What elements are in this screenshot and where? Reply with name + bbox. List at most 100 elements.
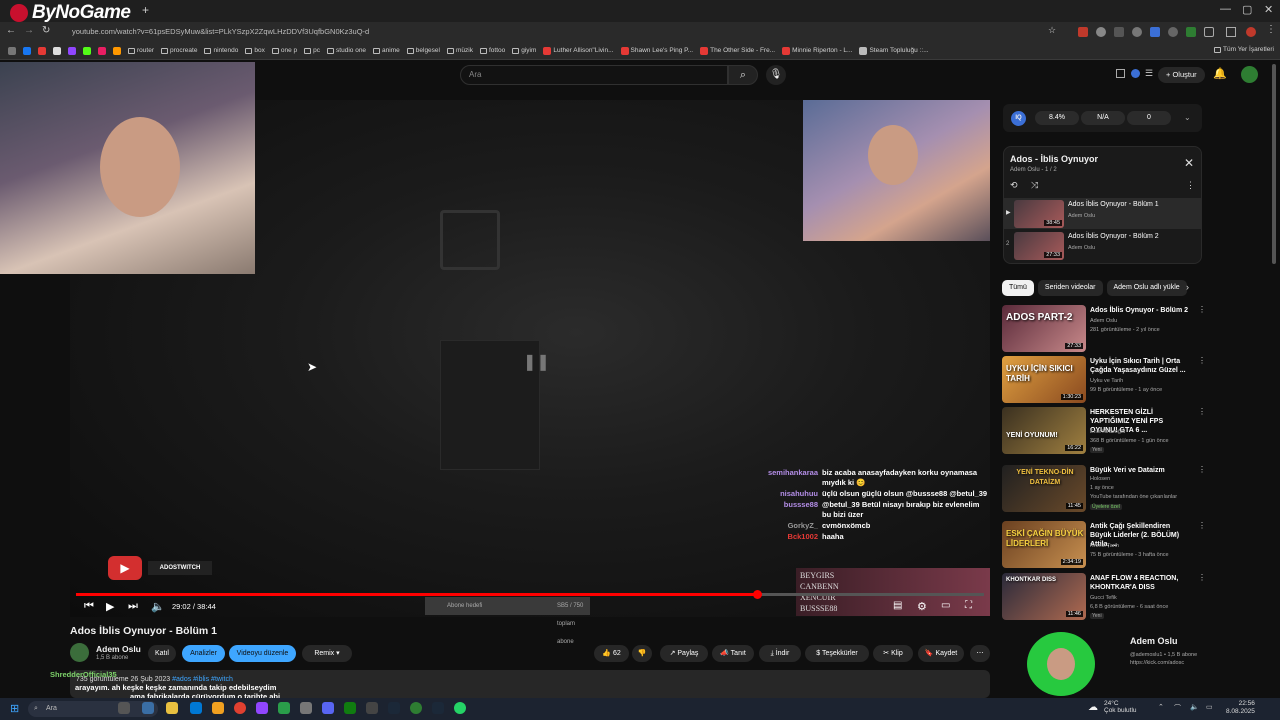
more-actions-icon[interactable]: ⋯: [970, 645, 990, 662]
forward-icon[interactable]: →: [24, 25, 34, 36]
taskbar-app-icon[interactable]: [278, 702, 290, 714]
file-explorer-icon[interactable]: [166, 702, 178, 714]
bookmark-procreate[interactable]: procreate: [160, 47, 197, 54]
taskbar-search-input[interactable]: ⌕ Ara: [28, 701, 158, 717]
promote-button[interactable]: 📣 Tanıt: [712, 645, 754, 662]
bookmark-belgesel[interactable]: belgesel: [406, 47, 440, 54]
reload-icon[interactable]: ↻: [42, 25, 50, 36]
profile-icon[interactable]: [1246, 27, 1256, 37]
share-button[interactable]: ↗ Paylaş: [660, 645, 708, 662]
mic-icon[interactable]: 🎙: [766, 65, 786, 85]
bookmark-fottoo[interactable]: fottoo: [479, 47, 505, 54]
maximize-icon[interactable]: ▢: [1242, 3, 1252, 16]
minimize-icon[interactable]: —: [1220, 3, 1231, 15]
bookmark-shawn[interactable]: Shawn Lee's Ping P...: [620, 46, 693, 55]
playlist-item[interactable]: 2 27:33 Ados İblis Oynuyor - Bölüm 2 Ade…: [1004, 230, 1201, 261]
fullscreen-icon[interactable]: ⛶: [965, 600, 972, 611]
user-avatar[interactable]: [1241, 66, 1258, 83]
more-icon[interactable]: ⋮: [1198, 465, 1206, 474]
progress-scrubber[interactable]: [753, 590, 762, 599]
taskbar-app-icon[interactable]: [142, 702, 154, 714]
volume-icon[interactable]: 🔈: [151, 600, 165, 613]
join-button[interactable]: Katıl: [148, 645, 176, 662]
thanks-button[interactable]: $ Teşekkürler: [805, 645, 869, 662]
extension-icon[interactable]: [1114, 27, 1124, 37]
play-icon[interactable]: ▶: [106, 600, 114, 613]
cast-icon[interactable]: [1116, 69, 1125, 78]
bookmark-favicon[interactable]: [113, 46, 121, 55]
bookmark-studio-one[interactable]: studio one: [327, 47, 366, 54]
chevron-right-icon[interactable]: ›: [1186, 282, 1189, 292]
extension-icon[interactable]: [1186, 27, 1196, 37]
more-icon[interactable]: ⋮: [1198, 521, 1206, 530]
chip-channel-uploads[interactable]: Adem Oslu adlı yükle: [1106, 280, 1187, 296]
more-icon[interactable]: ⋮: [1186, 180, 1195, 191]
taskbar-app-icon[interactable]: [190, 702, 202, 714]
bookmark-steam[interactable]: Steam Topluluğu ::...: [859, 46, 929, 55]
bookmark-router[interactable]: router: [128, 47, 154, 54]
close-icon[interactable]: ✕: [1184, 156, 1194, 170]
shuffle-icon[interactable]: ⤨: [1031, 180, 1038, 191]
taskbar-app-icon[interactable]: [212, 702, 224, 714]
all-bookmarks[interactable]: Tüm Yer İşaretleri: [1214, 46, 1274, 53]
extension-icon[interactable]: [1096, 27, 1106, 37]
back-icon[interactable]: ←: [6, 25, 16, 36]
bookmark-other-side[interactable]: The Other Side - Fre...: [700, 46, 775, 55]
bookmark-pc[interactable]: pc: [304, 47, 320, 54]
more-icon[interactable]: ⋮: [1198, 573, 1206, 582]
extension-icon[interactable]: [1150, 27, 1160, 37]
bookmark-giyim[interactable]: giyim: [512, 47, 536, 54]
chip-series[interactable]: Seriden videolar: [1037, 280, 1103, 296]
bookmark-one-p[interactable]: one p: [271, 47, 297, 54]
settings-gear-icon[interactable]: ⚙: [917, 600, 927, 613]
theater-mode-icon[interactable]: ▭: [941, 600, 950, 611]
dislike-button[interactable]: 👎: [632, 645, 652, 662]
chrome-icon[interactable]: [234, 702, 246, 714]
more-icon[interactable]: ⋮: [1198, 407, 1206, 416]
recommended-video[interactable]: KHONTKAR DISS 11:46 ANAF FLOW 4 REACTION,…: [1002, 573, 1206, 621]
previous-icon[interactable]: ⏮: [84, 600, 94, 613]
chevron-down-icon[interactable]: ⌄: [1184, 113, 1191, 122]
taskbar-app-icon[interactable]: [118, 702, 130, 714]
like-button[interactable]: 👍 62: [594, 645, 629, 662]
bookmark-muzik[interactable]: müzik: [446, 47, 473, 54]
list-icon[interactable]: ☰: [1145, 68, 1153, 79]
taskbar-app-icon[interactable]: [300, 702, 312, 714]
discord-icon[interactable]: [322, 702, 334, 714]
recommended-video[interactable]: ADOS PART-2 27:33 Ados İblis Oynuyor - Bö…: [1002, 305, 1206, 353]
tray-chevron-icon[interactable]: ⌃: [1158, 703, 1164, 711]
url-field[interactable]: youtube.com/watch?v=61psEDSyMuw&list=PLk…: [72, 25, 1032, 39]
menu-dots-icon[interactable]: ⋮: [1266, 24, 1276, 35]
facebook-icon[interactable]: [23, 46, 31, 55]
star-icon[interactable]: ☆: [1048, 25, 1056, 36]
recommended-video[interactable]: YENİ OYUNUM! 16:22 HERKESTEN GİZLİ YAPTIĞ…: [1002, 407, 1206, 455]
notifications-bell-icon[interactable]: 🔔: [1213, 67, 1227, 80]
kick-icon[interactable]: [83, 46, 91, 55]
taskbar-clock[interactable]: 22:56 8.08.2025: [1226, 700, 1255, 716]
channel-avatar[interactable]: [70, 643, 89, 662]
bookmark-box[interactable]: box: [245, 47, 265, 54]
scrollbar[interactable]: [1272, 64, 1276, 264]
recommended-video[interactable]: YENİ TEKNO-DİN DATAİZM 11:45 Büyük Veri v…: [1002, 465, 1206, 513]
x-icon[interactable]: [53, 46, 61, 55]
next-icon[interactable]: ⏭: [128, 600, 138, 613]
search-input[interactable]: Ara: [460, 65, 728, 85]
recommended-video[interactable]: ESKİ ÇAĞIN BÜYÜK LİDERLERİ 2:34:19 Antik …: [1002, 521, 1206, 569]
bookmark-favicon[interactable]: [98, 46, 106, 55]
twitch-icon[interactable]: [68, 46, 76, 55]
create-button[interactable]: + Oluştur: [1158, 67, 1205, 83]
more-icon[interactable]: ⋮: [1198, 305, 1206, 314]
xbox-icon[interactable]: [344, 702, 356, 714]
weather-widget[interactable]: 24°C Çok bulutlu: [1104, 700, 1137, 714]
taskbar-app-icon[interactable]: [410, 702, 422, 714]
windows-start-icon[interactable]: ⊞: [10, 702, 19, 715]
extension-icon[interactable]: [1131, 69, 1140, 78]
new-tab-button[interactable]: +: [142, 3, 149, 17]
channel-card-name[interactable]: Adem Oslu: [1130, 636, 1178, 646]
close-window-icon[interactable]: ✕: [1264, 3, 1273, 16]
playlist-title[interactable]: Ados - İblis Oynuyor: [1010, 154, 1098, 164]
volume-tray-icon[interactable]: 🔈: [1190, 703, 1199, 711]
progress-bar[interactable]: [76, 590, 984, 599]
playlist-item[interactable]: ▶ 38:45 Ados İblis Oynuyor - Bölüm 1 Ade…: [1004, 198, 1201, 229]
bookmark-minnie[interactable]: Minnie Riperton - L...: [782, 46, 852, 55]
